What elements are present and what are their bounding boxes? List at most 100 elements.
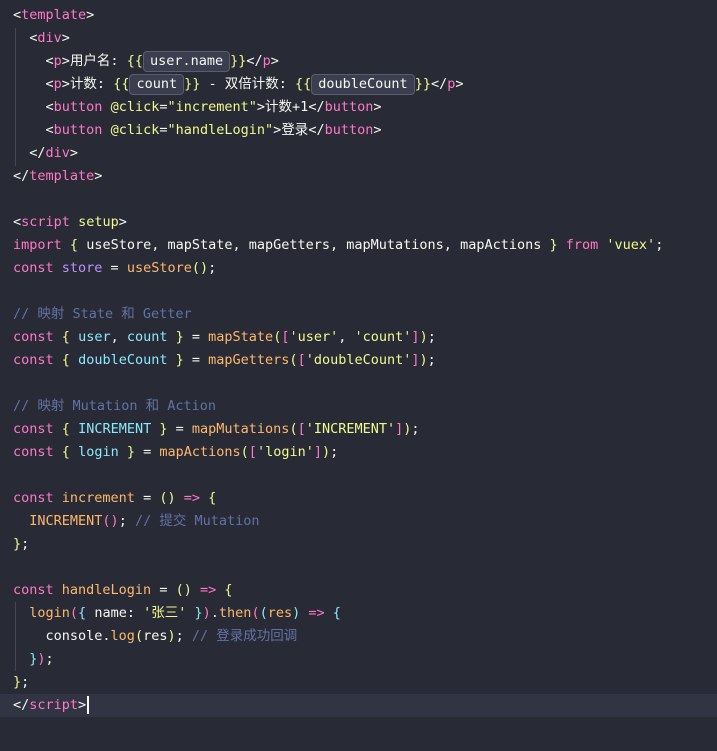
code-token: button xyxy=(324,122,374,138)
code-line[interactable]: const { login } = mapActions(['login']); xyxy=(0,441,717,464)
code-token: ) xyxy=(321,444,331,460)
code-line[interactable]: console.log(res); // 登录成功回调 xyxy=(0,625,717,648)
code-token: < xyxy=(13,214,22,230)
code-line[interactable] xyxy=(0,372,717,395)
code-token: template xyxy=(21,7,87,23)
code-token: () xyxy=(175,582,192,598)
code-token: ; xyxy=(427,352,436,368)
code-line[interactable]: import { useStore, mapState, mapGetters,… xyxy=(0,234,717,257)
code-token: const xyxy=(13,444,54,460)
code-token: const xyxy=(13,329,54,345)
code-token: () xyxy=(191,260,209,276)
code-token: ; xyxy=(655,237,664,253)
code-editor[interactable]: <template> <div> <p>用户名: {{user.name}}</… xyxy=(0,0,717,751)
code-token: } xyxy=(13,674,22,690)
code-token: button xyxy=(53,122,103,138)
code-token: }} xyxy=(184,76,201,92)
code-token: = xyxy=(183,352,209,368)
code-token: ; xyxy=(21,536,30,552)
code-line[interactable]: const store = useStore(); xyxy=(0,257,717,280)
code-token: [ xyxy=(297,421,306,437)
code-token: 'count' xyxy=(354,329,412,345)
code-token: script xyxy=(21,214,70,230)
code-token: mapActions xyxy=(159,444,241,460)
code-line[interactable]: const { doubleCount } = mapGetters(['dou… xyxy=(0,349,717,372)
code-line[interactable] xyxy=(0,280,717,303)
code-line[interactable]: </div> xyxy=(0,142,717,165)
code-line[interactable]: // 映射 State 和 Getter xyxy=(0,303,717,326)
code-line[interactable]: // 映射 Mutation 和 Action xyxy=(0,395,717,418)
code-line[interactable]: <button @click="handleLogin">登录</button> xyxy=(0,119,717,142)
code-line[interactable]: }); xyxy=(0,648,717,671)
code-line[interactable] xyxy=(0,464,717,487)
code-token: { xyxy=(69,237,79,253)
code-token: ( xyxy=(69,605,79,621)
code-token: > xyxy=(69,145,79,161)
code-line[interactable]: }; xyxy=(0,671,717,694)
code-token: button xyxy=(53,99,103,115)
code-line[interactable]: </template> xyxy=(0,165,717,188)
code-token: import xyxy=(13,237,62,253)
code-token: ( xyxy=(289,421,298,437)
code-token: </ xyxy=(13,168,30,184)
code-token: setup xyxy=(78,214,119,230)
code-token: > xyxy=(86,7,95,23)
code-line[interactable] xyxy=(0,188,717,211)
code-line[interactable]: <div> xyxy=(0,27,717,50)
code-token: = xyxy=(134,444,160,460)
code-line[interactable]: <button @click="increment">计数+1</button> xyxy=(0,96,717,119)
code-line[interactable]: login({ name: '张三' }).then((res) => { xyxy=(0,602,717,625)
code-token: ) xyxy=(167,628,176,644)
code-token: 计数: xyxy=(69,76,114,92)
code-token: () xyxy=(102,513,119,529)
code-token: = xyxy=(134,490,160,506)
code-line[interactable]: <template> xyxy=(0,4,717,27)
code-line[interactable]: const { INCREMENT } = mapMutations(['INC… xyxy=(0,418,717,441)
code-token: { xyxy=(224,582,233,598)
code-line[interactable]: }; xyxy=(0,533,717,556)
code-line[interactable]: const increment = () => { xyxy=(0,487,717,510)
code-token: const xyxy=(13,490,54,506)
code-token: 计数+1 xyxy=(265,99,309,115)
code-token: user xyxy=(78,329,111,345)
code-token: div xyxy=(37,30,62,46)
code-token: ] xyxy=(411,329,420,345)
code-token: { xyxy=(332,605,341,621)
code-token: const xyxy=(13,582,54,598)
code-line[interactable]: <script setup> xyxy=(0,211,717,234)
code-token: store xyxy=(61,260,103,276)
code-token: {{ xyxy=(113,76,130,92)
code-token: </ xyxy=(29,145,46,161)
code-token: ; xyxy=(208,260,217,276)
code-token: = xyxy=(167,421,192,437)
code-line[interactable]: </script> xyxy=(0,694,717,717)
code-token: }} xyxy=(414,76,431,92)
code-token: mapMutations xyxy=(191,421,290,437)
code-token: // 提交 Mutation xyxy=(134,513,260,529)
code-line[interactable]: <p>用户名: {{user.name}}</p> xyxy=(0,50,717,73)
code-token: = xyxy=(159,122,168,138)
code-token: ( xyxy=(251,605,260,621)
code-line[interactable] xyxy=(0,556,717,579)
code-token: < xyxy=(45,76,54,92)
code-line[interactable]: <p>计数: {{count}} - 双倍计数: {{doubleCount}}… xyxy=(0,73,717,96)
code-line[interactable]: const handleLogin = () => { xyxy=(0,579,717,602)
code-token: {{ xyxy=(126,53,143,69)
code-token: {{ xyxy=(295,76,312,92)
code-token: } xyxy=(126,444,135,460)
code-token: INCREMENT xyxy=(78,421,152,437)
code-token: // 登录成功回调 xyxy=(191,628,298,644)
code-token: 'login' xyxy=(256,444,314,460)
code-line[interactable]: const { user, count } = mapState(['user'… xyxy=(0,326,717,349)
code-token: { xyxy=(78,605,87,621)
code-line[interactable]: INCREMENT(); // 提交 Mutation xyxy=(0,510,717,533)
inline-value-hint: doubleCount xyxy=(311,74,415,95)
